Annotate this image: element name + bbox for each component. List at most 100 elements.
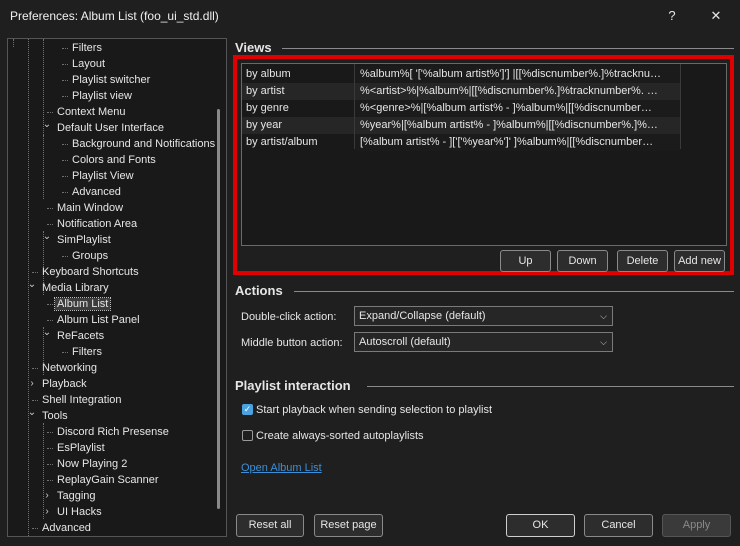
tree-item-label: SimPlaylist — [57, 234, 111, 246]
tree-item[interactable]: Main Window — [47, 200, 125, 216]
chevron-down-icon[interactable]: ⌄ — [42, 229, 52, 245]
tree-item[interactable]: Background and Notifications — [62, 136, 217, 152]
tree-item[interactable]: Now Playing 2 — [47, 456, 129, 472]
tree-guide-line — [62, 144, 68, 145]
views-row[interactable]: by artist/album [%album artist% - ]['['%y… — [242, 134, 680, 151]
tree-guide-line — [47, 320, 53, 321]
tree-item[interactable]: ⌄ SimPlaylist — [43, 231, 113, 248]
reset-page-button[interactable]: Reset page — [314, 514, 383, 537]
tree-guide-line — [32, 400, 38, 401]
middle-button-select[interactable]: Autoscroll (default) ⌵ — [354, 332, 613, 352]
tree-item[interactable]: Layout — [62, 56, 107, 72]
title-bar: Preferences: Album List (foo_ui_std.dll)… — [0, 0, 740, 32]
preferences-tree[interactable]: Filters Layout Playlist switcher Playlist v… — [7, 38, 227, 537]
tree-item[interactable]: Groups — [62, 248, 110, 264]
double-click-select[interactable]: Expand/Collapse (default) ⌵ — [354, 306, 613, 326]
tree-item[interactable]: Filters — [62, 344, 104, 360]
tree-item-label: EsPlaylist — [57, 442, 105, 454]
view-name: by artist/album — [246, 136, 318, 148]
tree-guide-line — [32, 528, 38, 529]
tree-item[interactable]: Networking — [32, 360, 99, 376]
help-button[interactable]: ? — [650, 0, 694, 32]
double-click-value: Expand/Collapse (default) — [359, 310, 486, 322]
tree-guide-line — [47, 448, 53, 449]
views-row[interactable]: by album %album%[ '['%album artist%']'] |… — [242, 66, 680, 83]
tree-item[interactable]: Discord Rich Presense — [47, 424, 171, 440]
tree-guide-line — [47, 112, 53, 113]
open-album-list-link[interactable]: Open Album List — [241, 462, 322, 474]
add-new-button[interactable]: Add new — [674, 250, 725, 272]
tree-item-label: Advanced — [72, 186, 121, 198]
tree-item[interactable]: › Playback — [30, 376, 89, 392]
tree-guide-line — [62, 176, 68, 177]
views-row[interactable]: by year %year%|[%album artist% - ]%album%… — [242, 117, 680, 134]
tree-item[interactable]: ⌄ Tools — [28, 407, 70, 424]
chevron-down-icon[interactable]: ⌄ — [27, 405, 37, 421]
tree-item-label: Playlist View — [72, 170, 134, 182]
tree-item[interactable]: Shell Integration — [32, 392, 124, 408]
actions-divider — [294, 291, 734, 292]
views-row[interactable]: by genre %<genre>%|[%album artist% - ]%al… — [242, 100, 680, 117]
tree-item-label: Album List — [53, 297, 112, 311]
always-sorted-label[interactable]: Create always-sorted autoplaylists — [256, 430, 424, 442]
start-playback-checkbox[interactable]: ✓ — [242, 404, 253, 415]
tree-item[interactable]: ⌄ Media Library — [28, 279, 111, 296]
tree-guide-line — [32, 368, 38, 369]
reset-all-button[interactable]: Reset all — [236, 514, 304, 537]
start-playback-label[interactable]: Start playback when sending selection to… — [256, 404, 492, 416]
view-pattern: %album%[ '['%album artist%']'] |[[%discn… — [355, 66, 680, 83]
view-name: by genre — [246, 102, 289, 114]
up-button[interactable]: Up — [500, 250, 551, 272]
down-button[interactable]: Down — [557, 250, 608, 272]
views-section-title: Views — [235, 40, 278, 55]
tree-item[interactable]: Context Menu — [47, 104, 127, 120]
column-separator — [354, 64, 355, 149]
tree-item[interactable]: › Tagging — [45, 488, 98, 504]
chevron-down-icon[interactable]: ⌄ — [42, 325, 52, 341]
tree-scrollbar[interactable] — [217, 109, 220, 509]
tree-item[interactable]: Keyboard Shortcuts — [32, 264, 141, 280]
view-pattern: %year%|[%album artist% - ]%album%|[[%dis… — [355, 117, 680, 134]
view-pattern: [%album artist% - ]['['%year%']' ]%album… — [355, 134, 680, 151]
tree-item-label: Default User Interface — [57, 122, 164, 134]
tree-item[interactable]: Album List — [47, 296, 112, 312]
chevron-right-icon[interactable]: › — [27, 376, 37, 392]
tree-item[interactable]: Playlist View — [62, 168, 136, 184]
tree-item[interactable]: Playlist view — [62, 88, 134, 104]
tree-item[interactable]: › UI Hacks — [45, 504, 104, 520]
tree-guide-line — [62, 256, 68, 257]
tree-item[interactable]: ⌄ ReFacets — [43, 327, 106, 344]
tree-item[interactable]: Notification Area — [47, 216, 139, 232]
chevron-right-icon[interactable]: › — [42, 504, 52, 520]
tree-item-label: Keyboard Shortcuts — [42, 266, 139, 278]
tree-item[interactable]: Colors and Fonts — [62, 152, 158, 168]
tree-item-label: Playlist view — [72, 90, 132, 102]
cancel-button[interactable]: Cancel — [584, 514, 653, 537]
view-name: by artist — [246, 85, 285, 97]
apply-button[interactable]: Apply — [662, 514, 731, 537]
tree-item-label: Media Library — [42, 282, 109, 294]
chevron-down-icon[interactable]: ⌄ — [27, 277, 37, 293]
tree-item[interactable]: Advanced — [32, 520, 93, 536]
tree-guide-line — [13, 39, 14, 47]
tree-item[interactable]: ⌄ Default User Interface — [43, 119, 166, 136]
close-button[interactable]: ✕ — [694, 0, 738, 32]
always-sorted-checkbox[interactable] — [242, 430, 253, 441]
ok-button[interactable]: OK — [506, 514, 575, 537]
chevron-right-icon[interactable]: › — [42, 488, 52, 504]
tree-item[interactable]: ReplayGain Scanner — [47, 472, 161, 488]
tree-item[interactable]: Advanced — [62, 184, 123, 200]
column-separator — [680, 64, 681, 149]
tree-guide-line — [62, 80, 68, 81]
chevron-down-icon[interactable]: ⌄ — [42, 117, 52, 133]
tree-item[interactable]: Filters — [62, 40, 104, 56]
tree-item[interactable]: Album List Panel — [47, 312, 142, 328]
tree-item[interactable]: Playlist switcher — [62, 72, 152, 88]
tree-item-label: Notification Area — [57, 218, 138, 230]
tree-item[interactable]: EsPlaylist — [47, 440, 107, 456]
tree-item-label: Tools — [42, 410, 68, 422]
views-row[interactable]: by artist %<artist>%|%album%|[[%discnumbe… — [242, 83, 680, 100]
views-list[interactable]: by album %album%[ '['%album artist%']'] |… — [241, 63, 727, 246]
delete-button[interactable]: Delete — [617, 250, 668, 272]
tree-item-label: Advanced — [42, 522, 91, 534]
